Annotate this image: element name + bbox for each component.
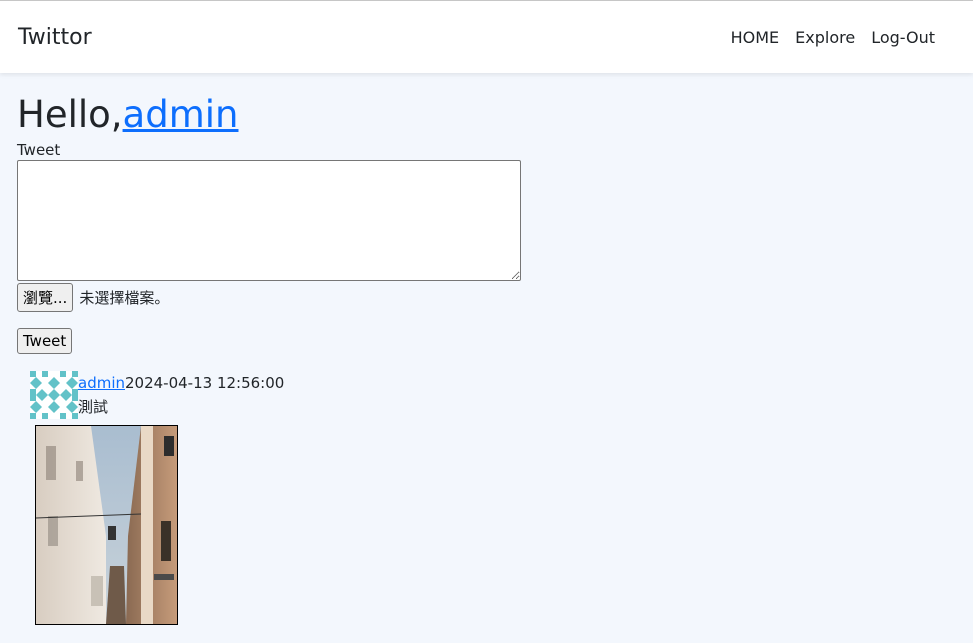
- nav-link-logout[interactable]: Log-Out: [871, 28, 935, 47]
- tweet-header: admin2024-04-13 12:56:00 測試: [30, 371, 956, 419]
- nav-links: HOME Explore Log-Out: [731, 28, 935, 47]
- brand-link[interactable]: Twittor: [18, 25, 92, 50]
- tweet-label: Tweet: [17, 141, 61, 159]
- tweet-byline: admin2024-04-13 12:56:00: [78, 371, 284, 395]
- tweet-meta: admin2024-04-13 12:56:00 測試: [78, 371, 284, 419]
- tweet-image: [35, 425, 178, 625]
- profile-link[interactable]: admin: [123, 93, 239, 136]
- page-title: Hello,admin: [17, 91, 956, 138]
- tweet-timestamp: 2024-04-13 12:56:00: [125, 374, 285, 392]
- identicon-avatar-icon[interactable]: [30, 371, 78, 419]
- tweet-submit-button[interactable]: Tweet: [17, 328, 73, 354]
- nav-link-home[interactable]: HOME: [731, 28, 780, 47]
- tweet-body: 測試: [78, 398, 109, 416]
- navbar: Twittor HOME Explore Log-Out: [0, 1, 973, 73]
- tweet-textarea[interactable]: [17, 160, 521, 281]
- submit-row: Tweet: [17, 328, 956, 354]
- file-input: 瀏覽... 未選擇檔案。: [17, 283, 956, 312]
- tweet-form: Tweet 瀏覽... 未選擇檔案。 Tweet: [17, 142, 956, 354]
- browse-file-button[interactable]: 瀏覽...: [17, 283, 74, 312]
- tweet-author-link[interactable]: admin: [78, 374, 125, 392]
- greeting-prefix: Hello,: [17, 93, 123, 136]
- file-status-text: 未選擇檔案。: [79, 289, 170, 307]
- tweet-item: admin2024-04-13 12:56:00 測試: [30, 371, 956, 625]
- nav-link-explore[interactable]: Explore: [795, 28, 855, 47]
- main-content: Hello,admin Tweet 瀏覽... 未選擇檔案。 Tweet adm…: [0, 91, 973, 625]
